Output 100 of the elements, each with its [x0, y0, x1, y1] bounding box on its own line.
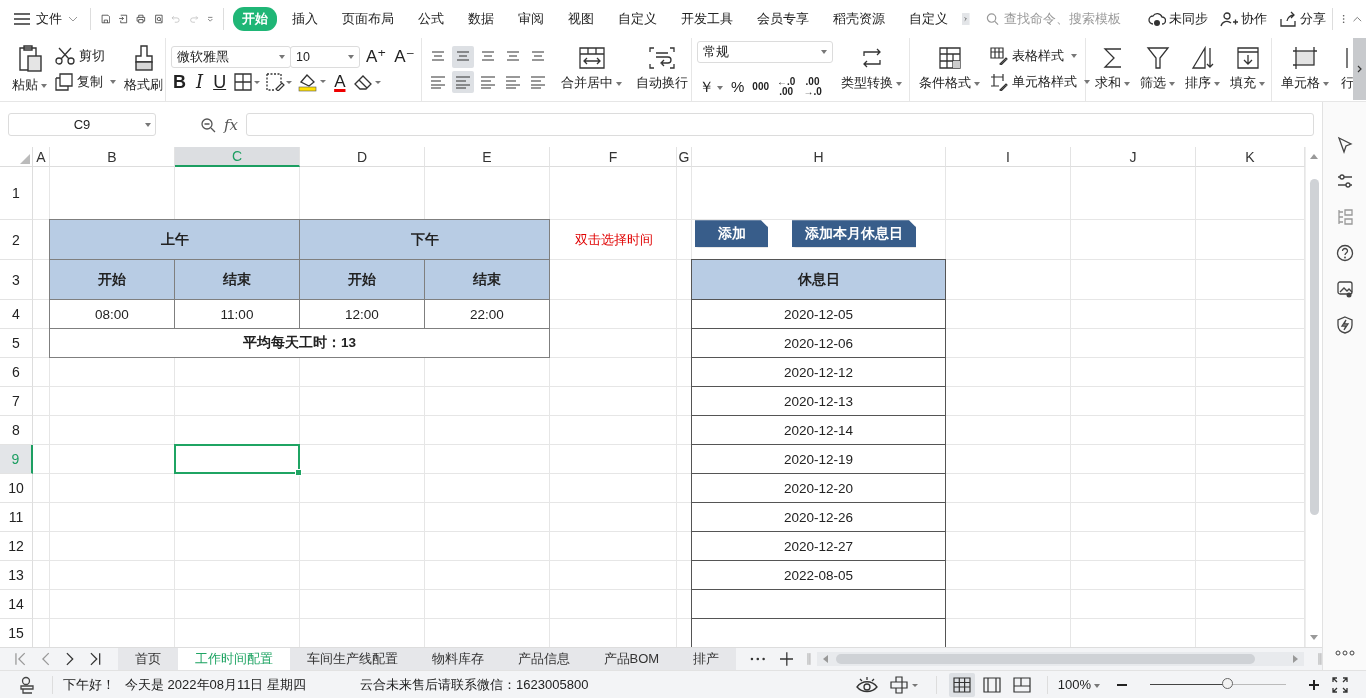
row-header[interactable]: 4 — [0, 300, 33, 330]
filter-button[interactable]: 筛选 — [1136, 46, 1179, 93]
file-menu-button[interactable]: 文件 — [14, 9, 78, 28]
shield-icon[interactable] — [1335, 316, 1354, 335]
ribbon-tab[interactable]: 稻壳资源 — [824, 6, 894, 31]
copy-button[interactable]: 复制 — [55, 73, 116, 92]
sheet-tab[interactable]: 排产 — [676, 648, 737, 671]
first-sheet-icon[interactable] — [14, 652, 28, 667]
ribbon-tab[interactable]: 会员专享 — [748, 6, 818, 31]
column-header[interactable]: J — [1071, 147, 1196, 168]
ribbon-tab[interactable]: 视图 — [559, 6, 603, 31]
row-header[interactable]: 11 — [0, 503, 33, 533]
bold-button[interactable]: B — [171, 72, 188, 93]
cut-button[interactable]: 剪切 — [55, 47, 116, 66]
align-icon[interactable] — [452, 70, 474, 93]
zoom-dropdown[interactable]: 100% — [1057, 677, 1100, 693]
cursor-icon[interactable] — [1335, 136, 1354, 155]
selected-cell[interactable] — [174, 444, 300, 475]
column-header[interactable]: D — [300, 147, 425, 168]
row-header[interactable]: 6 — [0, 358, 33, 388]
select-all-icon[interactable] — [20, 154, 30, 165]
column-header[interactable]: F — [550, 147, 677, 168]
zoom-in-icon[interactable] — [1308, 678, 1320, 691]
thousands-separator-button[interactable]: 000 — [750, 82, 772, 93]
fill-button[interactable]: 填充 — [1226, 46, 1269, 93]
sort-button[interactable]: 排序 — [1181, 46, 1224, 93]
normal-view-icon[interactable] — [948, 672, 975, 697]
currency-button[interactable]: ￥ — [697, 77, 725, 98]
eye-icon[interactable] — [855, 675, 878, 694]
add-button[interactable]: 添加 — [695, 220, 768, 248]
add-button[interactable]: 添加本月休息日 — [792, 220, 916, 248]
sheet-tab[interactable]: 产品BOM — [586, 648, 677, 671]
ribbon-tab[interactable]: 插入 — [283, 6, 327, 31]
cell-style-button[interactable]: 单元格样式 — [990, 73, 1090, 92]
column-header[interactable]: I — [946, 147, 1071, 168]
sheet-tab[interactable]: 首页 — [117, 648, 178, 671]
conditional-format-button[interactable]: 条件格式 — [915, 46, 984, 93]
zoom-icon[interactable] — [200, 116, 216, 133]
cell-pattern-icon[interactable] — [266, 73, 293, 92]
ribbon-tab[interactable]: 公式 — [409, 6, 453, 31]
row-header[interactable]: 2 — [0, 220, 33, 261]
sync-button[interactable]: 未同步 — [1147, 9, 1208, 28]
row-column-button[interactable]: 行 — [1337, 46, 1354, 93]
percent-button[interactable]: % — [729, 77, 747, 98]
decrease-font-size-button[interactable]: A⁻ — [392, 47, 417, 68]
cell-button[interactable]: 单元格 — [1277, 46, 1333, 93]
image-icon[interactable] — [1335, 280, 1354, 299]
name-box[interactable]: C9 — [8, 113, 156, 137]
row-header[interactable]: 14 — [0, 590, 33, 620]
row-header[interactable]: 13 — [0, 561, 33, 591]
italic-button[interactable]: I — [194, 72, 206, 93]
scroll-right-icon[interactable] — [1293, 655, 1300, 664]
sum-button[interactable]: 求和 — [1091, 46, 1134, 93]
merge-center-button[interactable]: 合并居中 — [557, 46, 626, 93]
font-size-dropdown[interactable]: 10 — [290, 46, 360, 69]
column-header[interactable]: H — [692, 147, 946, 168]
function-button[interactable]: fx — [224, 115, 238, 134]
horizontal-scrollbar[interactable] — [817, 652, 1305, 667]
ribbon-tab[interactable]: 自定义 — [609, 6, 666, 31]
column-header[interactable]: K — [1196, 147, 1305, 168]
column-header[interactable]: A — [33, 147, 50, 168]
borders-icon[interactable] — [234, 73, 261, 92]
paste-button[interactable]: 粘贴 — [8, 44, 51, 95]
crosshair-icon[interactable] — [889, 675, 920, 694]
more-options-icon[interactable] — [1334, 650, 1355, 657]
underline-button[interactable]: U — [211, 72, 229, 93]
row-header[interactable]: 7 — [0, 387, 33, 417]
ribbon-tab[interactable]: 数据 — [459, 6, 503, 31]
table-style-button[interactable]: 表格样式 — [990, 47, 1090, 66]
ribbon-tab[interactable]: 开发工具 — [672, 6, 742, 31]
add-sheet-icon[interactable] — [779, 652, 794, 667]
row-header[interactable]: 12 — [0, 532, 33, 562]
formula-input[interactable] — [246, 113, 1314, 137]
row-header[interactable]: 3 — [0, 260, 33, 301]
ribbon-tab[interactable]: 审阅 — [509, 6, 553, 31]
stamp-icon[interactable] — [18, 675, 36, 694]
scroll-up-icon[interactable] — [1310, 153, 1318, 160]
search-field[interactable]: 查找命令、搜索模板 — [985, 10, 1136, 28]
number-format-dropdown[interactable]: 常规 — [697, 41, 833, 64]
format-icon[interactable] — [1335, 208, 1354, 227]
collaborate-button[interactable]: 协作 — [1219, 9, 1267, 28]
fill-color-icon[interactable] — [298, 72, 327, 93]
scroll-down-icon[interactable] — [1310, 635, 1318, 642]
decrease-decimal-button[interactable]: .00 →.0 — [801, 77, 824, 98]
wrap-text-button[interactable]: 自动换行 — [632, 46, 692, 93]
sheet-tab[interactable]: 物料库存 — [414, 648, 501, 671]
fullscreen-icon[interactable] — [1332, 676, 1348, 693]
more-sheets-icon[interactable] — [750, 657, 766, 662]
row-header[interactable]: 5 — [0, 329, 33, 359]
column-header[interactable]: G — [677, 147, 692, 168]
font-family-dropdown[interactable]: 微软雅黑 — [171, 46, 291, 69]
help-icon[interactable] — [1335, 244, 1354, 263]
share-button[interactable]: 分享 — [1278, 9, 1326, 28]
scroll-left-icon[interactable] — [822, 655, 829, 664]
sheet-tab[interactable]: 产品信息 — [500, 648, 587, 671]
eraser-icon[interactable] — [353, 73, 382, 92]
increase-decimal-button[interactable]: ←.0 .00 — [775, 77, 798, 98]
type-convert-button[interactable]: 类型转换 — [837, 46, 906, 93]
align-icon[interactable] — [452, 45, 474, 68]
row-header[interactable]: 10 — [0, 474, 33, 504]
